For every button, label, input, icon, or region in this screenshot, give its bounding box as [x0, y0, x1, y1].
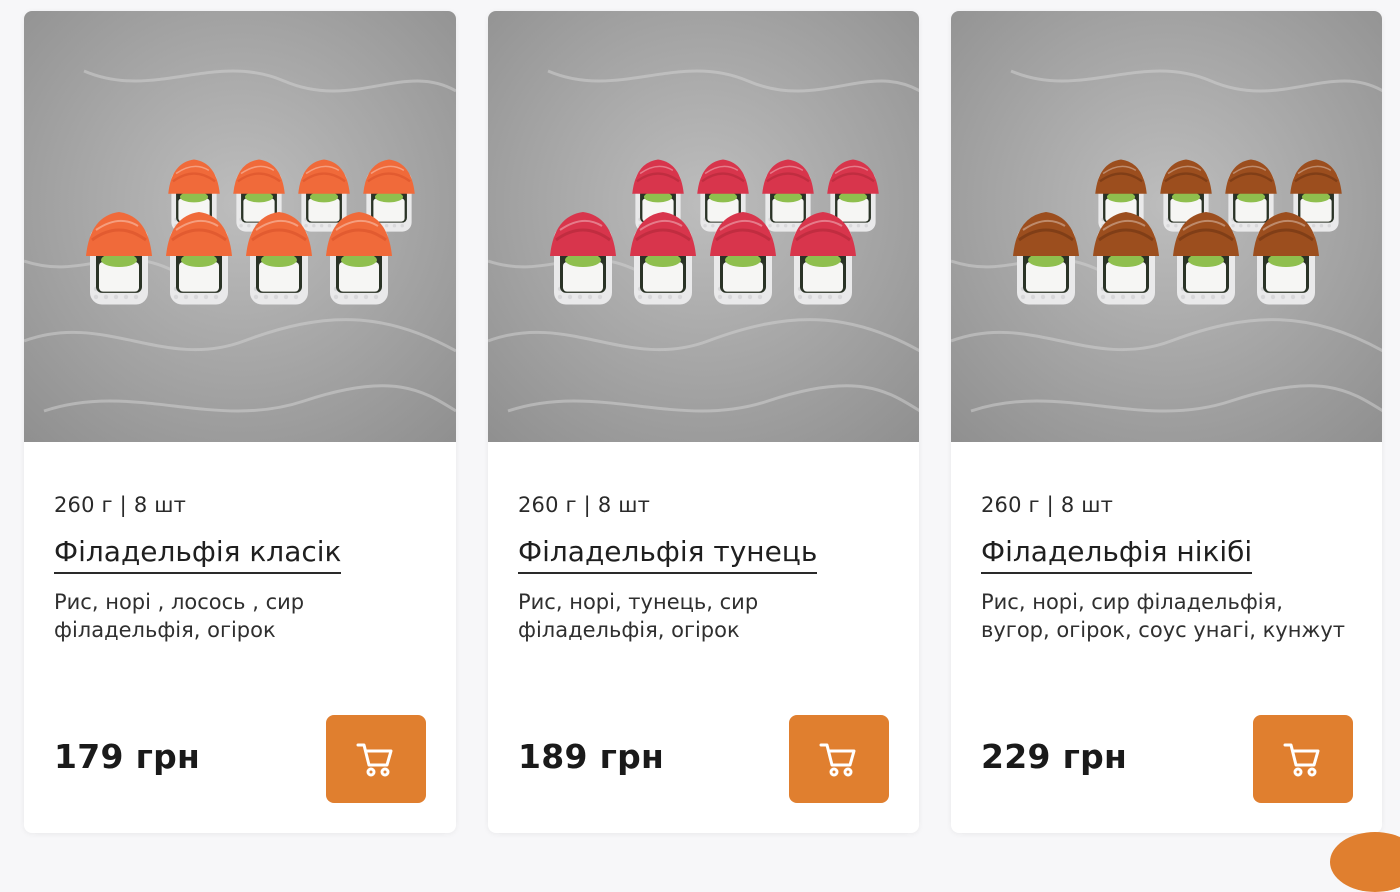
product-card: 260 г | 8 шт Філадельфія класік Рис, нор…: [24, 11, 456, 833]
add-to-cart-button[interactable]: [326, 715, 426, 803]
product-price: 229 грн: [981, 737, 1128, 776]
product-weight: 260 г | 8 шт: [518, 493, 651, 517]
product-card: 260 г | 8 шт Філадельфія тунець Рис, нор…: [488, 11, 919, 833]
product-price: 179 грн: [54, 737, 201, 776]
product-title[interactable]: Філадельфія тунець: [518, 535, 818, 574]
sushi-tuna-image: [488, 11, 919, 442]
product-title[interactable]: Філадельфія класік: [54, 535, 342, 574]
product-description: Рис, норі, сир філадельфія, вугор, огіро…: [981, 590, 1346, 642]
cart-icon: [356, 743, 393, 777]
sushi-salmon-image: [24, 11, 456, 442]
product-price: 189 грн: [518, 737, 665, 776]
sushi-roll: [326, 212, 392, 305]
sushi-eel-image: [951, 11, 1382, 442]
sushi-roll: [166, 212, 232, 305]
floating-action-button[interactable]: [1330, 832, 1400, 892]
sushi-roll: [1013, 212, 1079, 305]
sushi-roll: [1253, 212, 1319, 305]
product-image[interactable]: [488, 11, 919, 442]
sushi-roll: [630, 212, 696, 305]
add-to-cart-button[interactable]: [789, 715, 889, 803]
product-weight: 260 г | 8 шт: [54, 493, 187, 517]
sushi-roll: [1093, 212, 1159, 305]
sushi-roll: [790, 212, 856, 305]
cart-icon: [1283, 743, 1320, 777]
product-description: Рис, норі , лосось , сир філадельфія, ог…: [54, 590, 305, 642]
cart-icon: [819, 743, 856, 777]
product-card: 260 г | 8 шт Філадельфія нікібі Рис, нор…: [951, 11, 1382, 833]
sushi-roll: [246, 212, 312, 305]
sushi-roll: [710, 212, 776, 305]
add-to-cart-button[interactable]: [1253, 715, 1353, 803]
product-image[interactable]: [951, 11, 1382, 442]
product-weight: 260 г | 8 шт: [981, 493, 1114, 517]
product-description: Рис, норі, тунець, сир філадельфія, огір…: [518, 590, 759, 642]
product-image[interactable]: [24, 11, 456, 442]
sushi-roll: [1173, 212, 1239, 305]
sushi-roll: [550, 212, 616, 305]
product-title[interactable]: Філадельфія нікібі: [981, 535, 1253, 574]
sushi-roll: [86, 212, 152, 305]
